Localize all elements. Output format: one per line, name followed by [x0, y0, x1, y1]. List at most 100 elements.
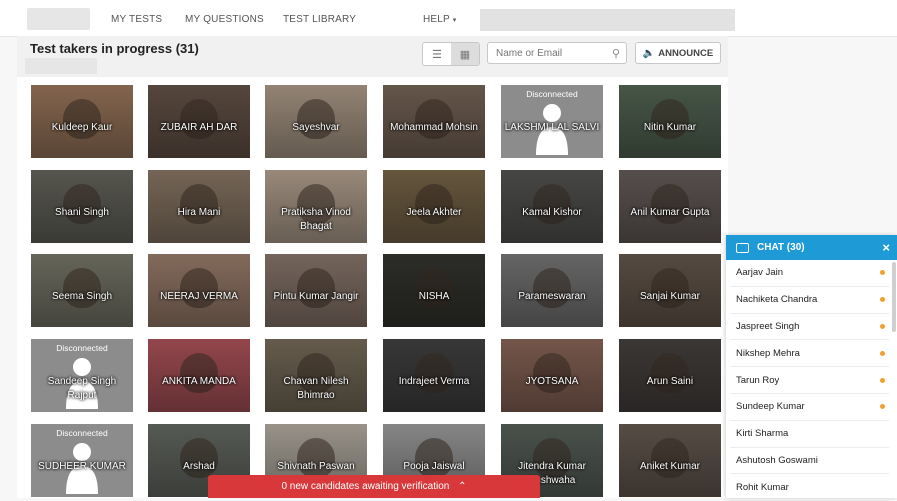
chat-list-item[interactable]: Rohit Kumar — [730, 474, 889, 501]
unread-dot-icon — [880, 297, 885, 303]
grid-view-icon[interactable]: ▦ — [451, 43, 479, 65]
test-taker-name: Aniket Kumar — [639, 461, 701, 472]
test-taker-tile[interactable]: Chavan Nilesh Bhimrao — [265, 339, 367, 412]
test-taker-name: Shani Singh — [55, 207, 109, 218]
unread-dot-icon — [880, 323, 885, 329]
test-taker-tile[interactable]: Jeela Akhter — [383, 170, 485, 243]
test-taker-tile[interactable]: ZUBAIR AH DAR — [148, 85, 250, 158]
test-taker-tile[interactable]: JYOTSANA — [501, 339, 603, 412]
test-taker-tile[interactable]: Disconnected SUDHEER KUMAR — [31, 424, 133, 497]
chat-list-item[interactable]: Sundeep Kumar — [730, 394, 889, 421]
chat-contact-name: Nikshep Mehra — [736, 347, 800, 359]
chat-contact-name: Ashutosh Goswami — [736, 454, 818, 466]
test-taker-tile[interactable]: Pratiksha Vinod Bhagat — [265, 170, 367, 243]
chat-contact-name: Tarun Roy — [736, 374, 780, 386]
test-taker-tile[interactable]: Hira Mani — [148, 170, 250, 243]
test-taker-name: Kamal Kishor — [522, 207, 582, 218]
page-header: Test takers in progress (31) ☰ ▦ ⚲ 🔈 ANN… — [17, 36, 728, 78]
top-navigation: MY TESTS MY QUESTIONS TEST LIBRARY HELP … — [0, 0, 897, 37]
test-taker-name: Anil Kumar Gupta — [630, 207, 710, 218]
chat-title: CHAT (30) — [757, 242, 805, 253]
test-taker-tile[interactable]: Arun Saini — [619, 339, 721, 412]
announce-label: ANNOUNCE — [658, 47, 714, 59]
logo[interactable] — [27, 8, 90, 30]
test-taker-tile[interactable]: Kamal Kishor — [501, 170, 603, 243]
chat-list-item[interactable]: Ashutosh Goswami — [730, 448, 889, 475]
chat-list-item[interactable]: Aarjav Jain — [730, 260, 889, 287]
chat-list-item[interactable]: Tarun Roy — [730, 367, 889, 394]
unread-dot-icon — [880, 270, 885, 276]
unread-dot-icon — [880, 377, 885, 383]
test-taker-name: Jeela Akhter — [406, 207, 462, 218]
title-blurred-area — [25, 58, 97, 74]
chat-contact-name: Nachiketa Chandra — [736, 294, 818, 306]
test-taker-name: Sandeep Singh Rajput — [47, 376, 117, 401]
test-taker-name: SUDHEER KUMAR — [38, 461, 126, 472]
chat-scrollbar[interactable] — [892, 262, 896, 332]
test-taker-tile[interactable]: NEERAJ VERMA — [148, 254, 250, 327]
chat-contact-name: Kirti Sharma — [736, 428, 789, 440]
view-toggle: ☰ ▦ — [422, 42, 480, 66]
test-taker-name: JYOTSANA — [525, 376, 579, 387]
list-view-icon[interactable]: ☰ — [423, 43, 451, 65]
chat-contact-name: Jaspreet Singh — [736, 320, 800, 332]
test-taker-name: Sanjai Kumar — [639, 291, 701, 302]
unread-dot-icon — [880, 404, 885, 410]
test-taker-tile[interactable]: Shani Singh — [31, 170, 133, 243]
search-box: ⚲ — [487, 42, 627, 64]
test-taker-name: Pratiksha Vinod Bhagat — [281, 207, 351, 232]
test-taker-tile[interactable]: Sayeshvar — [265, 85, 367, 158]
test-taker-name: Arun Saini — [646, 376, 694, 387]
nav-help[interactable]: HELP ▾ — [423, 14, 456, 25]
unread-dot-icon — [880, 350, 885, 356]
announce-button[interactable]: 🔈 ANNOUNCE — [635, 42, 721, 64]
search-icon[interactable]: ⚲ — [612, 47, 620, 60]
nav-my-questions[interactable]: MY QUESTIONS — [185, 14, 264, 25]
chat-header: CHAT (30) × — [726, 235, 897, 260]
test-taker-tile[interactable]: ANKITA MANDA — [148, 339, 250, 412]
test-taker-name: Sayeshvar — [292, 122, 340, 133]
test-taker-tile[interactable]: Anil Kumar Gupta — [619, 170, 721, 243]
test-taker-name: Mohammad Mohsin — [390, 122, 478, 133]
test-taker-name: Kuldeep Kaur — [51, 122, 113, 133]
test-taker-tile[interactable]: Parameswaran — [501, 254, 603, 327]
test-taker-name: Nitin Kumar — [643, 122, 697, 133]
test-taker-tile[interactable]: NISHA — [383, 254, 485, 327]
chat-list-item[interactable]: Nikshep Mehra — [730, 340, 889, 368]
test-taker-name: Arshad — [183, 461, 215, 472]
chat-list-item[interactable]: Kirti Sharma — [730, 421, 889, 448]
search-input[interactable] — [494, 47, 610, 60]
test-taker-tile[interactable]: Mohammad Mohsin — [383, 85, 485, 158]
chat-list-item[interactable]: Jaspreet Singh — [730, 314, 889, 341]
chat-contact-name: Rohit Kumar — [736, 481, 789, 493]
chat-contact-name: Aarjav Jain — [736, 267, 783, 279]
chat-panel: CHAT (30) × Aarjav Jain Nachiketa Chandra… — [726, 235, 897, 501]
test-taker-tile[interactable]: Indrajeet Verma — [383, 339, 485, 412]
test-taker-name: LAKSHMI LAL SALVI — [504, 122, 600, 133]
test-taker-tile[interactable]: Disconnected LAKSHMI LAL SALVI — [501, 85, 603, 158]
nav-test-library[interactable]: TEST LIBRARY — [283, 14, 356, 25]
test-taker-name: Pintu Kumar Jangir — [273, 291, 359, 302]
test-taker-name: Chavan Nilesh Bhimrao — [283, 376, 349, 401]
test-taker-name: Parameswaran — [518, 291, 586, 302]
verification-banner[interactable]: 0 new candidates awaiting verification ⌃ — [208, 475, 540, 498]
test-taker-tile[interactable]: Disconnected Sandeep Singh Rajput — [31, 339, 133, 412]
test-taker-tile[interactable]: Kuldeep Kaur — [31, 85, 133, 158]
test-taker-tile[interactable]: Seema Singh — [31, 254, 133, 327]
test-taker-tile[interactable]: Pintu Kumar Jangir — [265, 254, 367, 327]
test-taker-tile[interactable]: Nitin Kumar — [619, 85, 721, 158]
close-icon[interactable]: × — [882, 240, 890, 255]
test-taker-name: Hira Mani — [177, 207, 221, 218]
chat-list-item[interactable]: Nachiketa Chandra — [730, 287, 889, 314]
test-taker-name: ANKITA MANDA — [162, 376, 236, 387]
chat-list: Aarjav Jain Nachiketa Chandra Jaspreet Sin… — [726, 260, 897, 501]
test-taker-tile[interactable]: Sanjai Kumar — [619, 254, 721, 327]
nav-help-label: HELP — [423, 14, 450, 25]
chat-contact-name: Sundeep Kumar — [736, 401, 805, 413]
nav-my-tests[interactable]: MY TESTS — [111, 14, 162, 25]
disconnected-label: Disconnected — [56, 428, 108, 438]
test-taker-tile[interactable]: Aniket Kumar — [619, 424, 721, 497]
page-title: Test takers in progress (31) — [30, 41, 199, 56]
test-taker-grid: Kuldeep Kaur ZUBAIR AH DAR Sayeshvar Mohamm… — [17, 77, 728, 498]
test-taker-name: NISHA — [418, 291, 450, 302]
